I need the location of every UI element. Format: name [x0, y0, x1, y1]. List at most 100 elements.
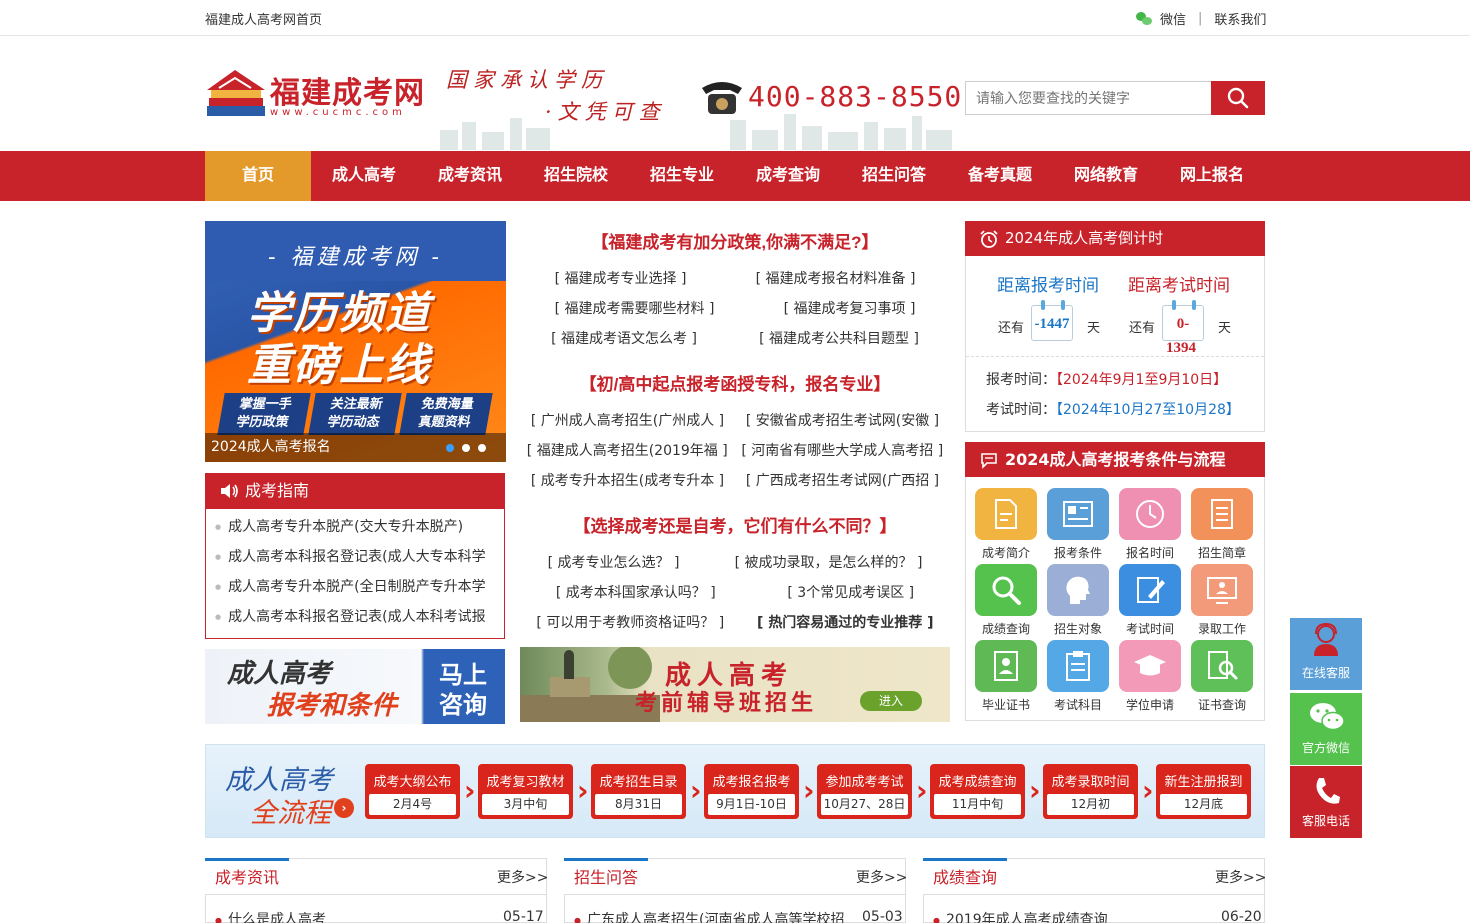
middle-link[interactable]: [ 福建成考需要哪些材料 ]: [555, 298, 715, 318]
process-tile-label[interactable]: 招生对象: [1042, 620, 1114, 637]
more-link[interactable]: 更多>>: [856, 867, 907, 887]
process-tile-label[interactable]: 证书查询: [1186, 696, 1258, 713]
middle-section-title[interactable]: 【初/高中起点报考函授专科，报名专业】: [520, 370, 950, 395]
process-tile[interactable]: [1047, 564, 1109, 616]
chevron-right-icon: ›: [577, 774, 589, 807]
flow-step-title: 成考录取时间: [1051, 775, 1130, 790]
middle-link[interactable]: [ 成考本科国家承认吗？ ]: [556, 582, 716, 602]
middle-link[interactable]: [ 福建成考专业选择 ]: [555, 268, 687, 288]
process-tile[interactable]: [1047, 640, 1109, 692]
guide-item[interactable]: 成人高考专升本脱产(全日制脱产专升本学: [215, 575, 500, 605]
process-tile[interactable]: [1119, 640, 1181, 692]
news-section-tab[interactable]: 成绩查询: [923, 858, 1008, 894]
nav-item[interactable]: 成考查询: [735, 151, 841, 201]
logo-url: www.cucmc.com: [270, 107, 406, 118]
guide-header: 成考指南: [205, 473, 505, 509]
process-tile-label[interactable]: 成绩查询: [970, 620, 1042, 637]
news-item[interactable]: 2019年成人高考成绩查询: [933, 909, 1108, 923]
process-tile-label[interactable]: 考试时间: [1114, 620, 1186, 637]
middle-link[interactable]: [ 热门容易通过的专业推荐 ]: [757, 612, 934, 632]
middle-link[interactable]: [ 福建成考语文怎么考 ]: [551, 328, 697, 348]
slide-dot[interactable]: [462, 444, 470, 452]
process-tile[interactable]: [975, 564, 1037, 616]
middle-link[interactable]: [ 可以用于考教师资格证吗？ ]: [536, 612, 724, 632]
nav-item[interactable]: 招生院校: [523, 151, 629, 201]
process-tile-label[interactable]: 毕业证书: [970, 696, 1042, 713]
process-tile[interactable]: [975, 488, 1037, 540]
middle-link[interactable]: [ 广西成考招生考试网(广西招 ]: [746, 470, 939, 490]
nav-item[interactable]: 成考资讯: [417, 151, 523, 201]
clock-icon: [1136, 500, 1164, 528]
middle-link[interactable]: [ 安徽省成考招生考试网(安徽 ]: [746, 410, 939, 430]
nav-item[interactable]: 首页: [205, 151, 311, 201]
process-tile[interactable]: [1119, 488, 1181, 540]
reg-calendar: -1447: [1031, 300, 1073, 341]
nav-item[interactable]: 网上报名: [1159, 151, 1265, 201]
ad-banner-enroll[interactable]: 成人高考 报考和条件 马上 咨询: [205, 649, 505, 724]
process-tile-label[interactable]: 报考条件: [1042, 544, 1114, 561]
wechat-link[interactable]: 微信: [1160, 9, 1186, 28]
middle-section-title[interactable]: 【选择成考还是自考，它们有什么不同？】: [520, 512, 950, 537]
middle-link[interactable]: [ 福建成考公共科目题型 ]: [759, 328, 919, 348]
hero-banner[interactable]: - 福建成考网 - 学历频道 重磅上线 掌握一手 学历政策 关注最新 学历动态 免费…: [205, 221, 506, 462]
process-tile-label[interactable]: 考试科目: [1042, 696, 1114, 713]
banner-kicker: - 福建成考网 -: [268, 245, 443, 270]
process-tile-label[interactable]: 招生简章: [1186, 544, 1258, 561]
nav-item[interactable]: 招生专业: [629, 151, 735, 201]
main-nav: 首页 成人高考 成考资讯 招生院校 招生专业 成考查询 招生问答 备考真题 网络教育 网上报名: [0, 151, 1470, 201]
process-tile-label[interactable]: 学位申请: [1114, 696, 1186, 713]
nav-item[interactable]: 招生问答: [841, 151, 947, 201]
news-item[interactable]: 什么是成人高考: [215, 909, 326, 923]
middle-link[interactable]: [ 成考专升本招生(成考专升本 ]: [531, 470, 724, 490]
process-tile-label[interactable]: 成考简介: [970, 544, 1042, 561]
process-tile[interactable]: [1191, 488, 1253, 540]
search-input[interactable]: [965, 81, 1211, 115]
process-tile-label[interactable]: 录取工作: [1186, 620, 1258, 637]
search-button[interactable]: [1211, 81, 1265, 115]
process-tile[interactable]: [1191, 564, 1253, 616]
news-date: 05-03: [862, 909, 903, 923]
ad-banner-tutoring[interactable]: 成人高考 考前辅导班招生 进入: [520, 647, 950, 722]
middle-link[interactable]: [ 3个常见成考误区 ]: [787, 582, 914, 602]
reg-time-row: 报考时间：【2024年9月1至9月10日】: [986, 372, 1228, 388]
middle-link[interactable]: [ 被成功录取，是怎么样的？ ]: [735, 552, 923, 572]
nav-item[interactable]: 成人高考: [311, 151, 417, 201]
guide-item[interactable]: 成人高考本科报名登记表(成人大专本科学: [215, 545, 500, 575]
banner-caption[interactable]: 2024成人高考报名: [205, 433, 506, 462]
more-link[interactable]: 更多>>: [1215, 867, 1266, 887]
more-link[interactable]: 更多>>: [497, 867, 548, 887]
guide-item[interactable]: 成人高考专升本脱产(交大专升本脱产): [215, 515, 500, 545]
nav-item[interactable]: 网络教育: [1053, 151, 1159, 201]
slide-dot[interactable]: [478, 444, 486, 452]
hotline-number: 400-883-8550: [748, 80, 963, 113]
flow-step-title: 成考招生目录: [599, 775, 678, 790]
ad2-enter-button[interactable]: 进入: [860, 691, 922, 711]
process-tile[interactable]: [1191, 640, 1253, 692]
process-tile[interactable]: [1047, 488, 1109, 540]
slide-dot[interactable]: [446, 444, 454, 452]
middle-link[interactable]: [ 福建成人高考招生(2019年福 ]: [527, 440, 728, 460]
news-section-tab[interactable]: 招生问答: [564, 858, 649, 894]
process-tile-label[interactable]: 报名时间: [1114, 544, 1186, 561]
process-tile[interactable]: [1119, 564, 1181, 616]
contact-link[interactable]: 联系我们: [1214, 9, 1266, 28]
process-tile[interactable]: [975, 640, 1037, 692]
news-item[interactable]: 广东成人高考招生(河南省成人高等学校招: [574, 909, 844, 923]
home-link[interactable]: 福建成人高考网首页: [205, 9, 322, 28]
nav-item[interactable]: 备考真题: [947, 151, 1053, 201]
guide-item[interactable]: 成人高考本科报名登记表(成人本科考试报: [215, 605, 500, 635]
middle-link[interactable]: [ 福建成考报名材料准备 ]: [756, 268, 916, 288]
middle-link-row: [ 福建成考语文怎么考 ] [ 福建成考公共科目题型 ]: [520, 328, 950, 348]
reg-prefix: 还有: [998, 321, 1025, 336]
middle-link[interactable]: [ 广州成人高考招生(广州成人 ]: [531, 410, 724, 430]
news-section-tab[interactable]: 成考资讯: [205, 858, 290, 894]
middle-link[interactable]: [ 福建成考复习事项 ]: [784, 298, 916, 318]
middle-link-row: [ 福建成人高考招生(2019年福 ] [ 河南省有哪些大学成人高考招 ]: [520, 440, 950, 460]
middle-section-title[interactable]: 【福建成考有加分政策,你满不满足?】: [520, 228, 950, 253]
middle-link[interactable]: [ 成考专业怎么选？ ]: [548, 552, 680, 572]
chevron-right-icon: ›: [464, 774, 476, 807]
wechat-widget[interactable]: 官方微信: [1290, 693, 1362, 765]
online-service-widget[interactable]: 在线客服: [1290, 618, 1362, 690]
middle-link[interactable]: [ 河南省有哪些大学成人高考招 ]: [741, 440, 943, 460]
phone-widget[interactable]: 客服电话: [1290, 766, 1362, 838]
